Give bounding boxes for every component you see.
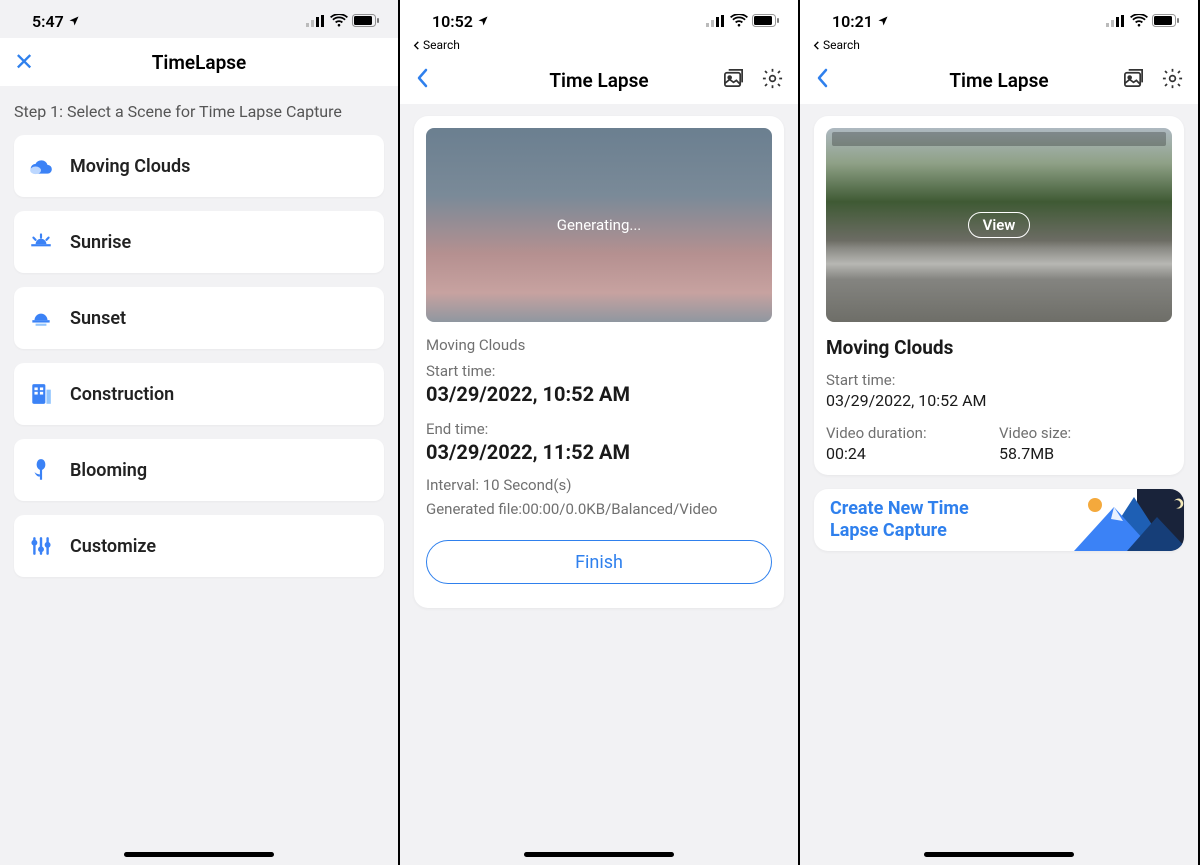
status-bar: 10:52	[400, 0, 798, 38]
battery-icon	[752, 12, 780, 31]
end-time-value: 03/29/2022, 11:52 AM	[426, 440, 772, 464]
status-indicators	[1106, 12, 1180, 31]
create-new-capture-button[interactable]: Create New Time Lapse Capture	[814, 489, 1184, 551]
duration-value: 00:24	[826, 444, 999, 463]
home-indicator[interactable]	[124, 852, 274, 857]
cell-signal-icon	[706, 12, 726, 31]
scene-label: Customize	[70, 536, 156, 557]
status-bar: 5:47	[0, 0, 398, 38]
cell-signal-icon	[306, 12, 326, 31]
camera-overlay-bar	[832, 132, 1166, 146]
preview-thumbnail: Generating...	[426, 128, 772, 322]
preview-thumbnail[interactable]: View	[826, 128, 1172, 322]
scene-blooming[interactable]: Blooming	[14, 439, 384, 501]
start-time-label: Start time:	[426, 362, 772, 380]
construction-icon	[28, 381, 54, 407]
wifi-icon	[1130, 12, 1148, 31]
interval-text: Interval: 10 Second(s)	[426, 476, 772, 494]
back-to-search[interactable]: Search	[400, 38, 798, 56]
start-time-value: 03/29/2022, 10:52 AM	[826, 391, 1172, 410]
start-time-value: 03/29/2022, 10:52 AM	[426, 382, 772, 406]
scene-name: Moving Clouds	[426, 336, 772, 354]
timelapse-result-card: View Moving Clouds Start time: 03/29/202…	[814, 116, 1184, 475]
battery-icon	[352, 12, 380, 31]
scene-label: Sunrise	[70, 232, 131, 253]
size-label: Video size:	[999, 424, 1172, 442]
screen-result: 10:21 Search Time Lapse	[800, 0, 1200, 865]
status-time: 5:47	[32, 12, 64, 31]
sunset-icon	[28, 305, 54, 331]
back-button[interactable]	[814, 68, 830, 92]
scene-label: Moving Clouds	[70, 156, 190, 177]
scene-label: Blooming	[70, 460, 147, 481]
view-button[interactable]: View	[968, 212, 1031, 238]
scene-label: Construction	[70, 384, 174, 405]
scene-label: Sunset	[70, 308, 126, 329]
scene-name: Moving Clouds	[826, 336, 1172, 359]
finish-label: Finish	[575, 552, 623, 573]
start-time-label: Start time:	[826, 371, 1172, 389]
screen-generating: 10:52 Search Time Lapse	[400, 0, 800, 865]
finish-button[interactable]: Finish	[426, 540, 772, 584]
status-indicators	[706, 12, 780, 31]
size-value: 58.7MB	[999, 444, 1172, 463]
nav-title: TimeLapse	[0, 51, 398, 74]
home-indicator[interactable]	[924, 852, 1074, 857]
sunrise-icon	[28, 229, 54, 255]
generated-file-text: Generated file:00:00/0.0KB/Balanced/Vide…	[426, 500, 772, 518]
status-indicators	[306, 12, 380, 31]
mountains-art	[1039, 489, 1184, 551]
gallery-icon[interactable]	[722, 67, 745, 94]
status-time: 10:52	[432, 12, 473, 31]
back-search-label: Search	[823, 38, 860, 52]
scene-customize[interactable]: Customize	[14, 515, 384, 577]
back-search-label: Search	[423, 38, 460, 52]
flower-icon	[28, 457, 54, 483]
status-time: 10:21	[832, 12, 873, 31]
duration-label: Video duration:	[826, 424, 999, 442]
scene-sunset[interactable]: Sunset	[14, 287, 384, 349]
cell-signal-icon	[1106, 12, 1126, 31]
home-indicator[interactable]	[524, 852, 674, 857]
nav-bar: Time Lapse	[800, 56, 1198, 104]
end-time-label: End time:	[426, 420, 772, 438]
step-heading: Step 1: Select a Scene for Time Lapse Ca…	[14, 102, 384, 121]
settings-icon[interactable]	[761, 67, 784, 94]
wifi-icon	[730, 12, 748, 31]
nav-bar: Time Lapse	[400, 56, 798, 104]
battery-icon	[1152, 12, 1180, 31]
gallery-icon[interactable]	[1122, 67, 1145, 94]
close-button[interactable]: ✕	[14, 48, 34, 76]
cloud-icon	[28, 153, 54, 179]
location-icon	[877, 12, 889, 31]
screen-scene-select: 5:47 ✕ TimeLapse Step 1: Select a Scene …	[0, 0, 400, 865]
wifi-icon	[330, 12, 348, 31]
location-icon	[68, 12, 80, 31]
back-to-search[interactable]: Search	[800, 38, 1198, 56]
nav-bar: ✕ TimeLapse	[0, 38, 398, 86]
scene-moving-clouds[interactable]: Moving Clouds	[14, 135, 384, 197]
timelapse-card: Generating... Moving Clouds Start time: …	[414, 116, 784, 608]
scene-sunrise[interactable]: Sunrise	[14, 211, 384, 273]
status-bar: 10:21	[800, 0, 1198, 38]
back-button[interactable]	[414, 68, 430, 92]
create-new-label: Create New Time Lapse Capture	[830, 498, 1010, 541]
scene-construction[interactable]: Construction	[14, 363, 384, 425]
settings-icon[interactable]	[1161, 67, 1184, 94]
sliders-icon	[28, 533, 54, 559]
generating-label: Generating...	[557, 216, 642, 234]
location-icon	[477, 12, 489, 31]
